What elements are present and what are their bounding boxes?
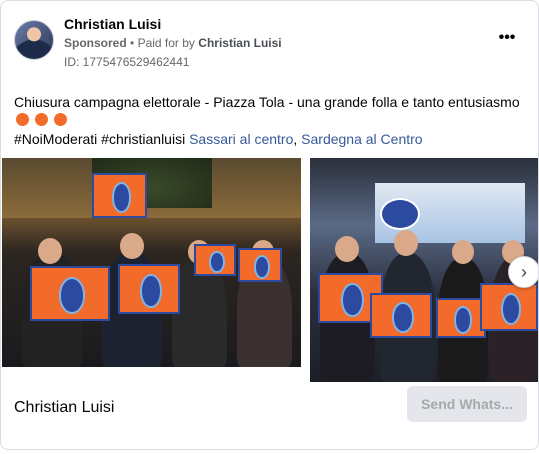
separator: • [130,36,135,50]
footer-advertiser-name: Christian Luisi [14,399,115,416]
send-whatsapp-button[interactable]: Send Whats... [407,386,527,422]
sponsored-line: Sponsored • Paid for by Christian Luisi [64,36,282,50]
emoji-row [16,113,67,126]
more-options-icon[interactable]: ••• [495,30,519,51]
advertiser-name[interactable]: Christian Luisi [64,16,161,32]
carousel-image-1[interactable] [2,158,301,367]
sponsored-label: Sponsored [64,36,127,50]
orange-circle-icon [16,113,29,126]
orange-circle-icon [35,113,48,126]
hashtag-christianluisi[interactable]: #christianluisi [101,131,185,147]
tags-line: #NoiModerati #christianluisi Sassari al … [14,131,423,147]
paid-for-by-prefix: Paid for by [137,36,195,50]
post-text: Chiusura campagna elettorale - Piazza To… [14,94,520,110]
hashtag-noimoderati[interactable]: #NoiModerati [14,131,97,147]
paid-for-by-name: Christian Luisi [198,36,282,50]
ad-id: ID: 1775476529462441 [64,55,190,69]
ad-card: Christian Luisi Sponsored • Paid for by … [0,0,539,450]
orange-circle-icon [54,113,67,126]
link-sassari-al-centro[interactable]: Sassari al centro [189,131,293,147]
carousel-image-2[interactable] [310,158,538,382]
link-sardegna-al-centro[interactable]: Sardegna al Centro [301,131,422,147]
comma: , [293,131,298,147]
chevron-right-icon: › [521,262,527,282]
avatar[interactable] [14,20,54,60]
carousel-next-button[interactable]: › [508,256,538,288]
